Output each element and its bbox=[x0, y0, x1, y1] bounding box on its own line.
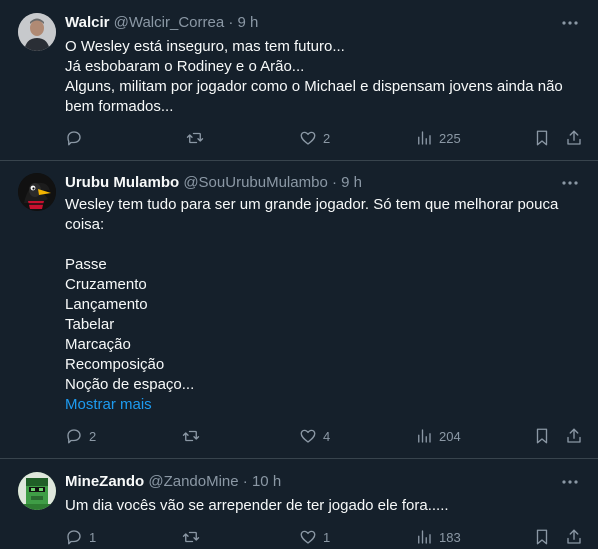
show-more-link[interactable]: Mostrar mais bbox=[65, 395, 575, 415]
tweet-text-line: Alguns, militam por jogador como o Micha… bbox=[65, 78, 563, 95]
avatar[interactable] bbox=[18, 13, 56, 51]
like-count: 2 bbox=[323, 130, 331, 146]
more-options-icon[interactable] bbox=[560, 173, 580, 193]
avatar[interactable] bbox=[18, 472, 56, 510]
view-count: 183 bbox=[439, 529, 461, 545]
tweet-text-line: Lançamento bbox=[65, 296, 148, 313]
tweet-header: MineZando @ZandoMine · 10 h bbox=[65, 472, 281, 492]
reply-count: 2 bbox=[89, 428, 97, 444]
share-button[interactable] bbox=[565, 525, 583, 549]
author-name[interactable]: MineZando bbox=[65, 473, 144, 490]
tweet-actions: 1 1 183 bbox=[0, 525, 598, 549]
like-count: 1 bbox=[323, 529, 331, 545]
pixel-character-icon bbox=[18, 472, 56, 510]
tweet[interactable]: Urubu Mulambo @SouUrubuMulambo · 9 h Wes… bbox=[0, 160, 598, 459]
avatar[interactable] bbox=[18, 173, 56, 211]
author-handle[interactable]: @SouUrubuMulambo bbox=[183, 174, 327, 191]
tweet[interactable]: MineZando @ZandoMine · 10 h Um dia vocês… bbox=[0, 459, 598, 549]
tweet-text-line: Um dia vocês vão se arrepender de ter jo… bbox=[65, 497, 449, 514]
retweet-button[interactable] bbox=[182, 525, 206, 549]
author-handle[interactable]: @ZandoMine bbox=[148, 473, 238, 490]
reply-icon bbox=[67, 429, 81, 444]
tweet-text-line: Wesley tem tudo para ser um grande jogad… bbox=[65, 196, 559, 213]
separator-dot: · bbox=[242, 473, 248, 490]
tweet-actions: 2 4 204 bbox=[0, 424, 598, 448]
separator-dot: · bbox=[228, 14, 234, 31]
vulture-mascot-icon bbox=[18, 173, 56, 211]
separator-dot: · bbox=[331, 174, 337, 191]
bookmark-button[interactable] bbox=[533, 525, 551, 549]
share-icon bbox=[567, 529, 581, 544]
like-button[interactable]: 4 bbox=[299, 424, 330, 448]
timestamp[interactable]: 10 h bbox=[252, 473, 281, 490]
timestamp[interactable]: 9 h bbox=[341, 174, 362, 191]
retweet-button[interactable] bbox=[182, 424, 206, 448]
tweet-text-line: Já esbobaram o Rodiney e o Arão... bbox=[65, 58, 305, 75]
author-name[interactable]: Walcir bbox=[65, 14, 109, 31]
tweet-text-line bbox=[65, 235, 575, 255]
bar-chart-icon bbox=[418, 131, 431, 145]
tweet-header: Walcir @Walcir_Correa · 9 h bbox=[65, 13, 258, 33]
like-button[interactable]: 1 bbox=[299, 525, 330, 549]
tweet-text-line: Cruzamento bbox=[65, 276, 147, 293]
tweet-text-line: Noção de espaço... bbox=[65, 376, 195, 393]
tweet-actions: 2 225 bbox=[0, 126, 598, 150]
bookmark-button[interactable] bbox=[533, 126, 551, 150]
retweet-button[interactable] bbox=[186, 126, 210, 150]
tweet-text: O Wesley está inseguro, mas tem futuro..… bbox=[65, 37, 575, 117]
author-handle[interactable]: @Walcir_Correa bbox=[114, 14, 225, 31]
bookmark-button[interactable] bbox=[533, 424, 551, 448]
bar-chart-icon bbox=[418, 530, 431, 544]
bar-chart-icon bbox=[418, 429, 431, 443]
share-icon bbox=[567, 428, 581, 443]
retweet-icon bbox=[182, 430, 200, 442]
tweet-text-line: O Wesley está inseguro, mas tem futuro..… bbox=[65, 38, 345, 55]
more-options-icon[interactable] bbox=[560, 13, 580, 33]
like-button[interactable]: 2 bbox=[299, 126, 330, 150]
heart-icon bbox=[300, 530, 316, 544]
share-button[interactable] bbox=[565, 126, 583, 150]
tweet-header: Urubu Mulambo @SouUrubuMulambo · 9 h bbox=[65, 173, 362, 193]
view-count: 225 bbox=[439, 130, 461, 146]
tweet-text-line: Passe bbox=[65, 256, 107, 273]
tweet-text-line: Recomposição bbox=[65, 356, 165, 373]
tweet-text-line: bem formados... bbox=[65, 98, 174, 115]
tweet-text-line: coisa: bbox=[65, 216, 105, 233]
view-count: 204 bbox=[439, 428, 461, 444]
share-icon bbox=[567, 130, 581, 145]
tweet-text-line: Tabelar bbox=[65, 316, 115, 333]
more-options-icon[interactable] bbox=[560, 472, 580, 492]
views-button[interactable]: 183 bbox=[415, 525, 461, 549]
reply-icon bbox=[67, 530, 81, 545]
tweet-text: Wesley tem tudo para ser um grande jogad… bbox=[65, 195, 575, 415]
retweet-icon bbox=[186, 132, 204, 144]
reply-button[interactable]: 1 bbox=[65, 525, 96, 549]
retweet-icon bbox=[182, 531, 200, 543]
like-count: 4 bbox=[323, 428, 331, 444]
heart-icon bbox=[300, 429, 316, 443]
person-photo-icon bbox=[18, 13, 56, 51]
reply-button[interactable]: 2 bbox=[65, 424, 96, 448]
bookmark-icon bbox=[536, 130, 548, 146]
tweet[interactable]: Walcir @Walcir_Correa · 9 h O Wesley est… bbox=[0, 0, 598, 161]
reply-icon bbox=[67, 131, 81, 146]
timestamp[interactable]: 9 h bbox=[238, 14, 259, 31]
reply-button[interactable] bbox=[65, 126, 89, 150]
tweet-text: Um dia vocês vão se arrepender de ter jo… bbox=[65, 496, 575, 516]
bookmark-icon bbox=[536, 428, 548, 444]
views-button[interactable]: 204 bbox=[415, 424, 461, 448]
bookmark-icon bbox=[536, 529, 548, 545]
views-button[interactable]: 225 bbox=[415, 126, 461, 150]
author-name[interactable]: Urubu Mulambo bbox=[65, 174, 179, 191]
tweet-text-line: Marcação bbox=[65, 336, 131, 353]
heart-icon bbox=[300, 131, 316, 145]
reply-count: 1 bbox=[89, 529, 97, 545]
share-button[interactable] bbox=[565, 424, 583, 448]
